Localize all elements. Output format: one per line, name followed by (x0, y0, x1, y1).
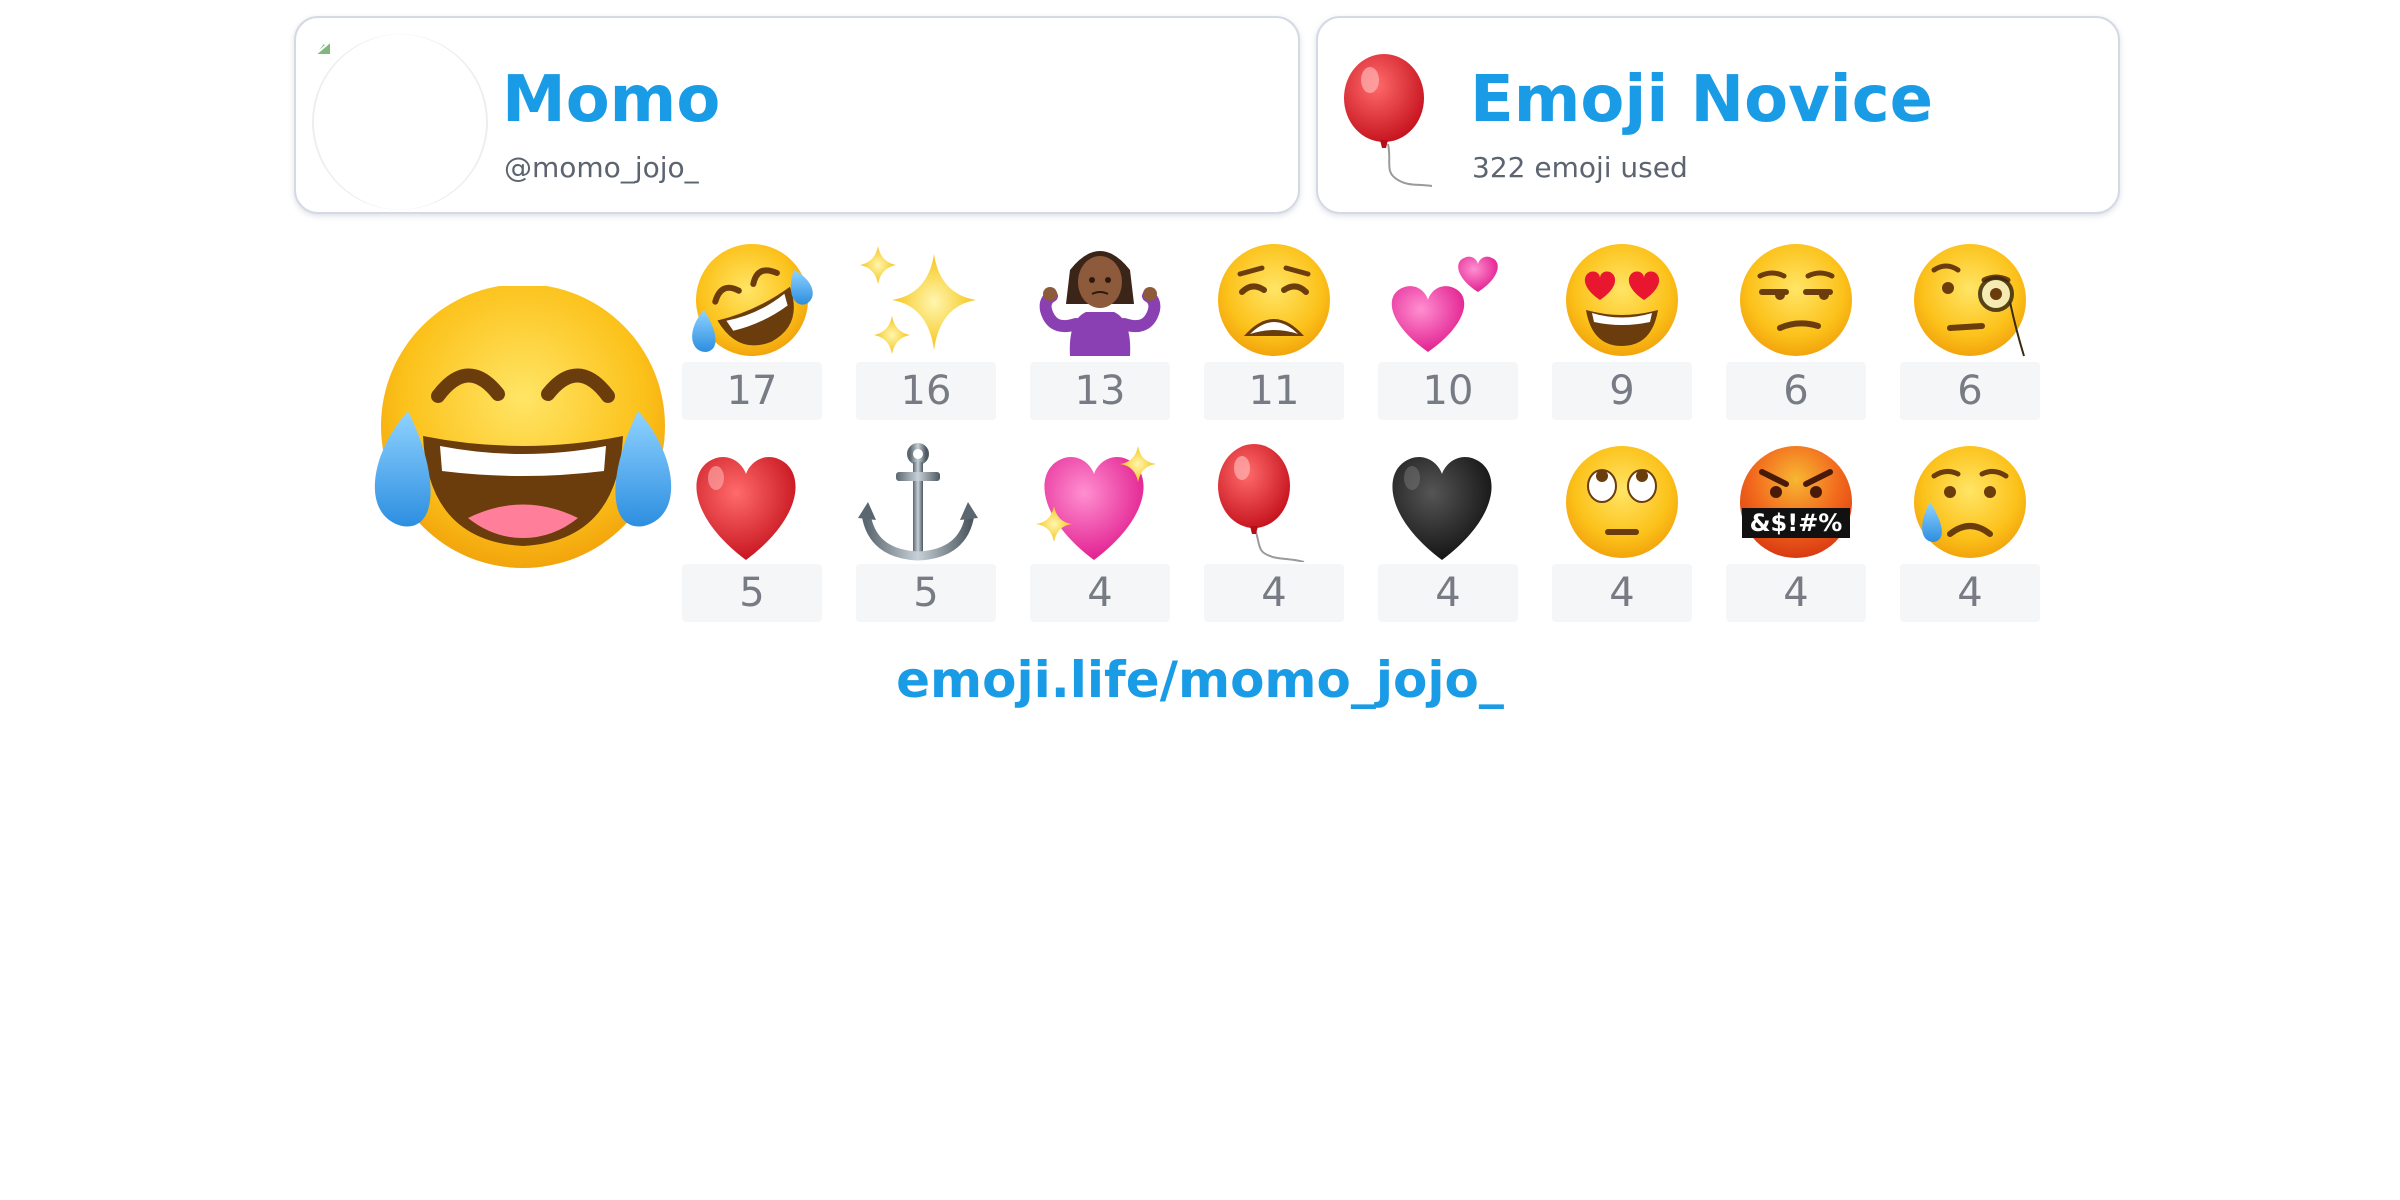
emoji-count-cell: 5 (682, 442, 822, 632)
anchor-icon (858, 443, 978, 561)
rolling-on-the-floor-laughing-icon (692, 244, 813, 356)
emoji-count-cell: 4 (1030, 442, 1170, 632)
emoji-used-count: 322 emoji used (1472, 151, 1688, 184)
svg-text:&$!#%: &$!#% (1750, 509, 1843, 537)
emoji-count: 4 (1900, 564, 2040, 622)
emoji-count-cell: 5 (856, 442, 996, 632)
emoji-count-cell: 4 (1900, 442, 2040, 632)
emoji-count-cell: 6 (1900, 240, 2040, 430)
sparkling-heart-icon (1036, 446, 1156, 560)
emoji-count: 6 (1900, 362, 2040, 420)
emoji-count: 4 (1030, 564, 1170, 622)
emoji-stats-page: Momo @momo_jojo_ Emoji Novice 322 emoji … (0, 0, 2400, 1200)
profile-share-link[interactable]: emoji.life/momo_jojo_ (0, 650, 2400, 710)
black-heart-icon (1392, 457, 1492, 560)
emoji-count-cell: 17 (682, 240, 822, 430)
woman-shrugging-icon (1039, 251, 1161, 356)
rank-title: Emoji Novice (1470, 63, 1934, 137)
face-with-monocle-icon (1914, 244, 2026, 357)
weary-face-icon (1218, 244, 1330, 356)
smiling-face-with-heart-eyes-icon (1566, 244, 1678, 356)
face-with-tears-of-joy-icon (374, 286, 672, 568)
emoji-count-cell: 9 (1552, 240, 1692, 430)
emoji-count-cell: 10 (1378, 240, 1518, 430)
emoji-count: 4 (1552, 564, 1692, 622)
emoji-count: 6 (1726, 362, 1866, 420)
emoji-count: 11 (1204, 362, 1344, 420)
profile-card: Momo @momo_jojo_ (294, 16, 1300, 214)
emoji-count: 5 (682, 564, 822, 622)
emoji-count-cell: 4 (1552, 442, 1692, 632)
emoji-count-cell: 6 (1726, 240, 1866, 430)
broken-image-icon (315, 41, 331, 55)
emoji-count: 4 (1726, 564, 1866, 622)
face-with-rolling-eyes-icon (1566, 446, 1678, 558)
emoji-count: 4 (1204, 564, 1344, 622)
emoji-count-cell: 13 (1030, 240, 1170, 430)
avatar (312, 34, 488, 210)
emoji-count-cell: 4 (1204, 442, 1344, 632)
profile-handle: @momo_jojo_ (504, 151, 699, 184)
emoji-count-cell: 16 (856, 240, 996, 430)
profile-name: Momo (502, 63, 721, 137)
emoji-count: 17 (682, 362, 822, 420)
emoji-count-cell: 11 (1204, 240, 1344, 430)
balloon-icon (1218, 444, 1305, 562)
emoji-count: 13 (1030, 362, 1170, 420)
emoji-count: 5 (856, 564, 996, 622)
emoji-count: 4 (1378, 564, 1518, 622)
sparkles-icon (860, 246, 976, 354)
crying-face-icon (1914, 446, 2026, 558)
two-hearts-icon (1391, 256, 1498, 352)
balloon-icon (1344, 54, 1433, 187)
emoji-count: 9 (1552, 362, 1692, 420)
rank-card: Emoji Novice 322 emoji used (1316, 16, 2120, 214)
face-with-symbols-on-mouth-icon: &$!#% (1740, 446, 1852, 558)
emoji-count: 10 (1378, 362, 1518, 420)
emoji-count-cell: &$!#% 4 (1726, 442, 1866, 632)
red-heart-icon (696, 457, 796, 560)
unamused-face-icon (1740, 244, 1852, 356)
emoji-count-cell: 4 (1378, 442, 1518, 632)
emoji-count: 16 (856, 362, 996, 420)
